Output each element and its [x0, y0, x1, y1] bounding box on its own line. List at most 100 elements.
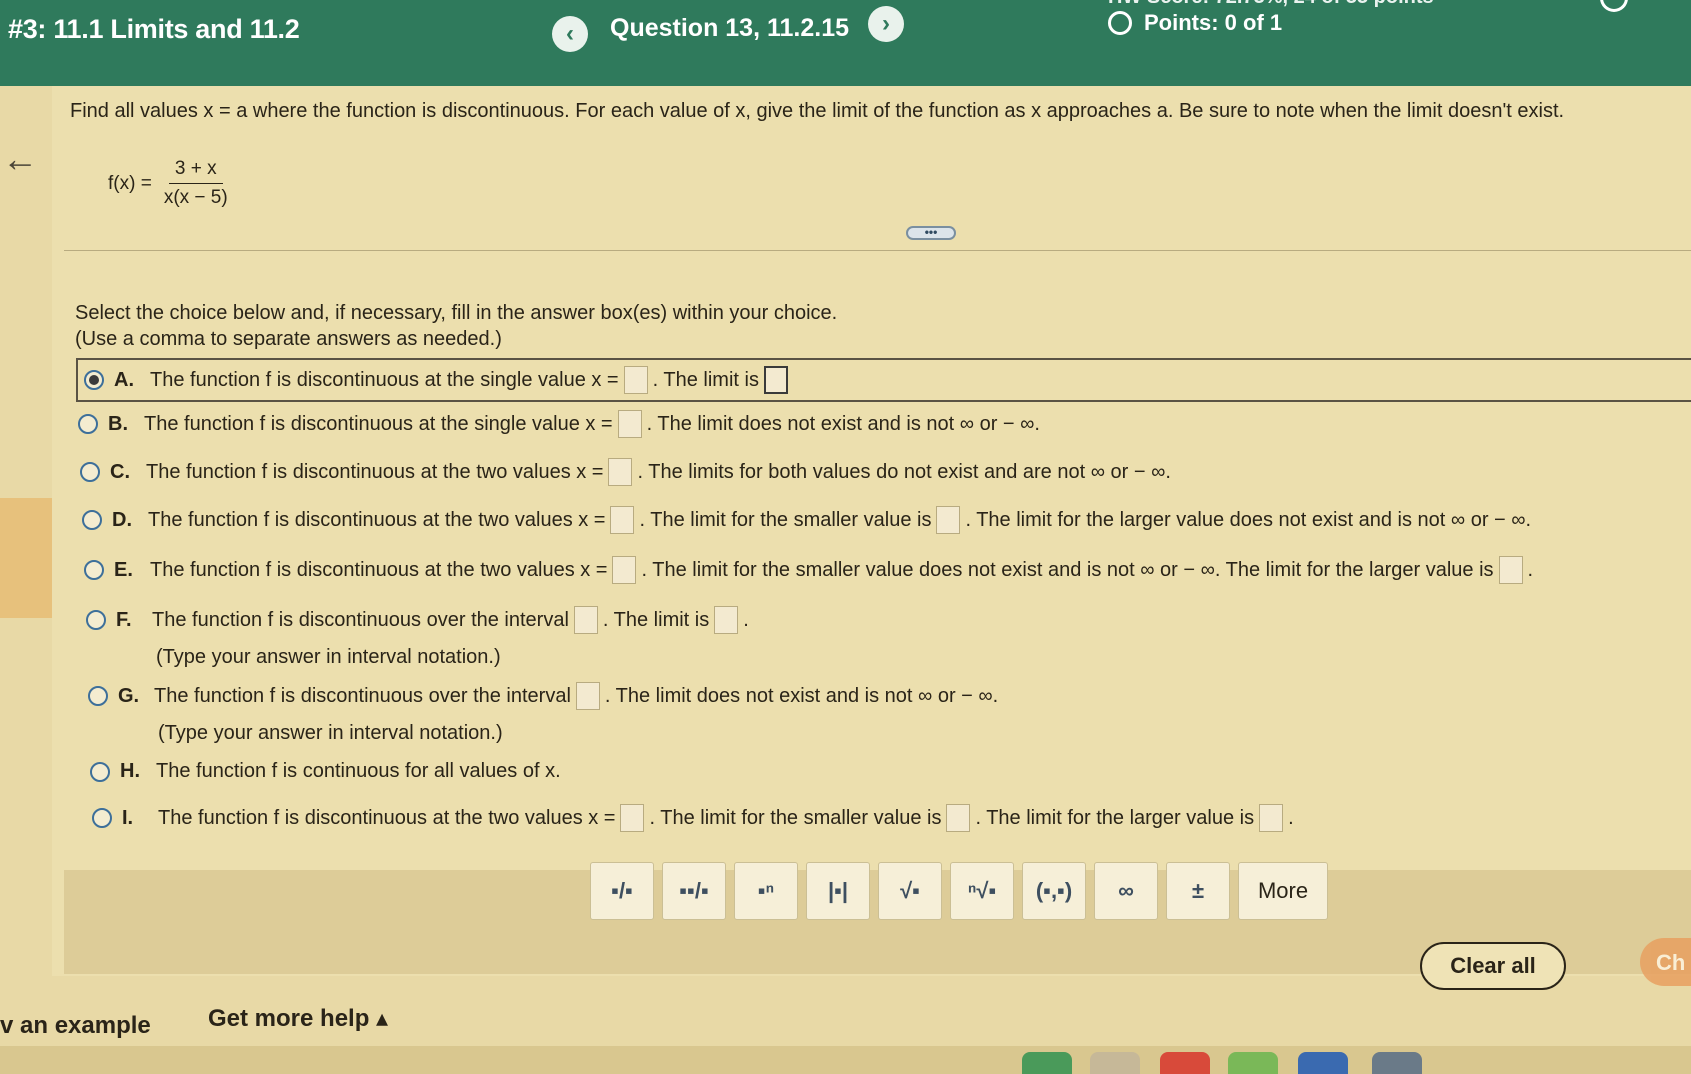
- taskbar: [0, 1046, 1691, 1074]
- choice-f-note: (Type your answer in interval notation.): [156, 646, 501, 668]
- answer-box-a-limit[interactable]: [763, 366, 788, 394]
- choice-i[interactable]: I. The function f is discontinuous at th…: [92, 804, 1294, 832]
- check-answer-button[interactable]: Ch: [1640, 938, 1691, 986]
- answer-box-e-limit[interactable]: [1498, 556, 1523, 584]
- radio-c[interactable]: [80, 462, 100, 482]
- choice-f-text-1: The function f is discontinuous over the…: [152, 608, 569, 631]
- radio-f[interactable]: [86, 610, 106, 630]
- answer-box-d-limit[interactable]: [936, 506, 961, 534]
- instructions: Select the choice below and, if necessar…: [75, 300, 837, 352]
- choice-b[interactable]: B. The function f is discontinuous at th…: [78, 410, 1040, 438]
- answer-box-e-x[interactable]: [612, 556, 637, 584]
- answer-box-c-x[interactable]: [608, 458, 633, 486]
- answer-box-g-interval[interactable]: [575, 682, 600, 710]
- plus-minus-button[interactable]: ±: [1166, 862, 1230, 920]
- function-fraction: 3 + x x(x − 5): [158, 158, 234, 209]
- answer-box-f-interval[interactable]: [573, 606, 598, 634]
- app-icon[interactable]: [1372, 1052, 1422, 1074]
- choice-h-text-1: The function f is continuous for all val…: [156, 760, 561, 782]
- answer-box-d-x[interactable]: [610, 506, 635, 534]
- choice-letter: H.: [120, 760, 140, 782]
- choice-a[interactable]: A. The function f is discontinuous at th…: [76, 358, 1691, 402]
- choice-c-text-1: The function f is discontinuous at the t…: [146, 460, 604, 483]
- app-icon[interactable]: [1160, 1052, 1210, 1074]
- infinity-button[interactable]: ∞: [1094, 862, 1158, 920]
- choice-e-text-2: . The limit for the smaller value does n…: [641, 558, 1494, 581]
- choice-i-text-4: .: [1288, 806, 1294, 829]
- view-example-link[interactable]: v an example: [0, 1012, 151, 1040]
- points-label: Points: 0 of 1: [1144, 10, 1283, 35]
- word-app-icon[interactable]: [1298, 1052, 1348, 1074]
- radio-e[interactable]: [84, 560, 104, 580]
- back-arrow-icon[interactable]: ←: [2, 138, 38, 180]
- interval-button[interactable]: (▪,▪): [1022, 862, 1086, 920]
- choice-b-text-2: . The limit does not exist and is not ∞ …: [646, 412, 1040, 435]
- radio-d[interactable]: [82, 510, 102, 530]
- radio-i[interactable]: [92, 808, 112, 828]
- question-prompt: Find all values x = a where the function…: [70, 100, 1565, 122]
- section-divider: [64, 250, 1691, 251]
- get-more-help-link[interactable]: Get more help ▴: [208, 1004, 388, 1033]
- choice-f-text-3: .: [743, 608, 749, 631]
- chevron-left-icon: ‹: [566, 20, 574, 47]
- choice-d[interactable]: D. The function f is discontinuous at th…: [82, 506, 1531, 534]
- app-icon[interactable]: [1090, 1052, 1140, 1074]
- square-root-button[interactable]: √▪: [878, 862, 942, 920]
- function-lhs: f(x) =: [108, 172, 152, 194]
- instructions-line-1: Select the choice below and, if necessar…: [75, 302, 838, 324]
- choice-g-text-1: The function f is discontinuous over the…: [154, 684, 571, 707]
- choice-f[interactable]: F. The function f is discontinuous over …: [86, 606, 749, 634]
- choice-i-text-2: . The limit for the smaller value is: [649, 806, 942, 829]
- fraction-denominator: x(x − 5): [163, 187, 228, 208]
- choice-d-text-1: The function f is discontinuous at the t…: [148, 508, 606, 531]
- choice-b-text-1: The function f is discontinuous at the s…: [144, 412, 613, 435]
- answer-box-b-x[interactable]: [617, 410, 642, 438]
- radio-a[interactable]: [84, 370, 104, 390]
- choice-letter: E.: [114, 558, 133, 581]
- choice-letter: G.: [118, 684, 140, 707]
- choice-a-text-1: The function f is discontinuous at the s…: [150, 368, 619, 391]
- choice-e-text-1: The function f is discontinuous at the t…: [150, 558, 608, 581]
- function-definition: f(x) = 3 + x x(x − 5): [108, 158, 234, 209]
- choice-f-text-2: . The limit is: [602, 608, 710, 631]
- radio-b[interactable]: [78, 414, 98, 434]
- radio-g[interactable]: [88, 686, 108, 706]
- app-icon[interactable]: [1228, 1052, 1278, 1074]
- app-icon[interactable]: [1022, 1052, 1072, 1074]
- choice-c[interactable]: C. The function f is discontinuous at th…: [80, 458, 1171, 486]
- choice-e-text-3: .: [1527, 558, 1534, 581]
- answer-box-i-larger[interactable]: [1259, 804, 1284, 832]
- choice-i-text-3: . The limit for the larger value is: [975, 806, 1255, 829]
- choice-e[interactable]: E. The function f is discontinuous at th…: [84, 556, 1533, 584]
- choice-letter: A.: [114, 368, 134, 391]
- next-question-button[interactable]: ›: [868, 6, 904, 42]
- question-label: Question 13, 11.2.15: [610, 14, 850, 42]
- choice-letter: C.: [110, 460, 130, 483]
- nth-root-button[interactable]: ⁿ√▪: [950, 862, 1014, 920]
- choice-g-text-2: . The limit does not exist and is not ∞ …: [604, 684, 999, 707]
- answer-box-i-x[interactable]: [620, 804, 645, 832]
- more-button[interactable]: More: [1238, 862, 1328, 920]
- absolute-value-button[interactable]: |▪|: [806, 862, 870, 920]
- answer-box-a-x[interactable]: [623, 366, 648, 394]
- previous-question-button[interactable]: ‹: [552, 16, 588, 52]
- choice-g[interactable]: G. The function f is discontinuous over …: [88, 682, 998, 710]
- expand-more-button[interactable]: •••: [906, 226, 956, 240]
- header-bar: HW Score: 72.73%, 24 of 33 points #3: 11…: [0, 0, 1691, 86]
- settings-icon[interactable]: [1600, 0, 1628, 12]
- choice-i-text-1: The function f is discontinuous at the t…: [158, 806, 616, 829]
- choice-letter: D.: [112, 508, 132, 531]
- hw-score: HW Score: 72.73%, 24 of 33 points: [1108, 0, 1434, 9]
- mixed-number-button[interactable]: ▪▪/▪: [662, 862, 726, 920]
- choice-h[interactable]: H. The function f is continuous for all …: [90, 760, 561, 783]
- answer-box-i-smaller[interactable]: [946, 804, 971, 832]
- radio-h[interactable]: [90, 761, 110, 782]
- points-status: Points: 0 of 1: [1108, 10, 1282, 36]
- clear-all-button[interactable]: Clear all: [1420, 942, 1566, 990]
- fraction-button[interactable]: ▪/▪: [590, 862, 654, 920]
- side-tab: [0, 498, 52, 618]
- answer-box-f-limit[interactable]: [714, 606, 739, 634]
- choice-letter: F.: [116, 608, 132, 631]
- exponent-button[interactable]: ▪ⁿ: [734, 862, 798, 920]
- math-toolbar: ▪/▪ ▪▪/▪ ▪ⁿ |▪| √▪ ⁿ√▪ (▪,▪) ∞ ± More: [590, 862, 1328, 920]
